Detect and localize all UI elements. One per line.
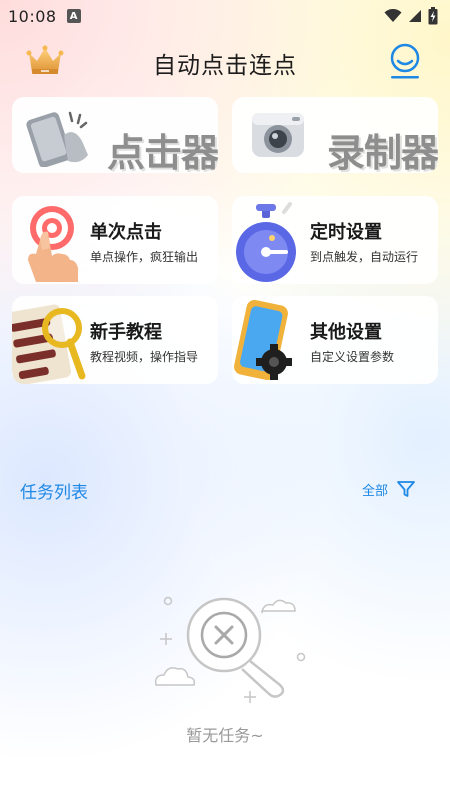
status-icons [384,7,438,25]
page-title: 自动点击连点 [153,53,297,79]
tutorial-subtitle: 教程视频，操作指导 [90,350,199,364]
task-list-header: 任务列表 全部 [20,478,420,503]
empty-state-text: 暂无任务~ [186,726,264,745]
task-filter-label: 全部 [361,483,388,499]
other-settings-subtitle: 自定义设置参数 [310,350,395,364]
clicker-card[interactable]: 点击器 [12,97,218,173]
other-settings-card[interactable]: 其他设置 自定义设置参数 [232,296,438,384]
phone-gear-icon [234,299,292,381]
wifi-icon [384,9,402,22]
camera-icon [252,113,304,157]
empty-search-icon [154,596,306,703]
single-click-title: 单次点击 [90,222,162,243]
task-list-title: 任务列表 [20,483,88,503]
clicker-label: 点击器 [106,131,218,173]
timer-settings-title: 定时设置 [310,222,382,243]
stopwatch-icon [236,202,296,282]
other-settings-title: 其他设置 [310,322,382,343]
filter-icon [397,481,415,497]
tutorial-card[interactable]: 新手教程 教程视频，操作指导 [12,296,218,384]
a-icon: A [66,9,81,23]
single-click-card[interactable]: 单次点击 单点操作，疯狂输出 [12,196,218,284]
recorder-label: 录制器 [326,131,438,173]
timer-settings-card[interactable]: 定时设置 到点触发，自动运行 [232,196,438,284]
finger-target-icon [28,206,78,282]
magnifier-book-icon [12,304,86,384]
app-header: 自动点击连点 [0,38,450,84]
tutorial-title: 新手教程 [90,322,162,343]
status-bar: 10:08 A [0,0,450,32]
phone-tap-icon [26,111,88,167]
profile-icon[interactable] [388,42,422,80]
single-click-subtitle: 单点操作，疯狂输出 [90,250,199,264]
battery-charging-icon [428,7,438,25]
recorder-card[interactable]: 录制器 [232,97,438,173]
task-filter-button[interactable]: 全部 [362,479,416,499]
signal-icon [409,10,421,22]
timer-settings-subtitle: 到点触发，自动运行 [310,250,419,264]
status-time: 10:08 [8,6,57,26]
